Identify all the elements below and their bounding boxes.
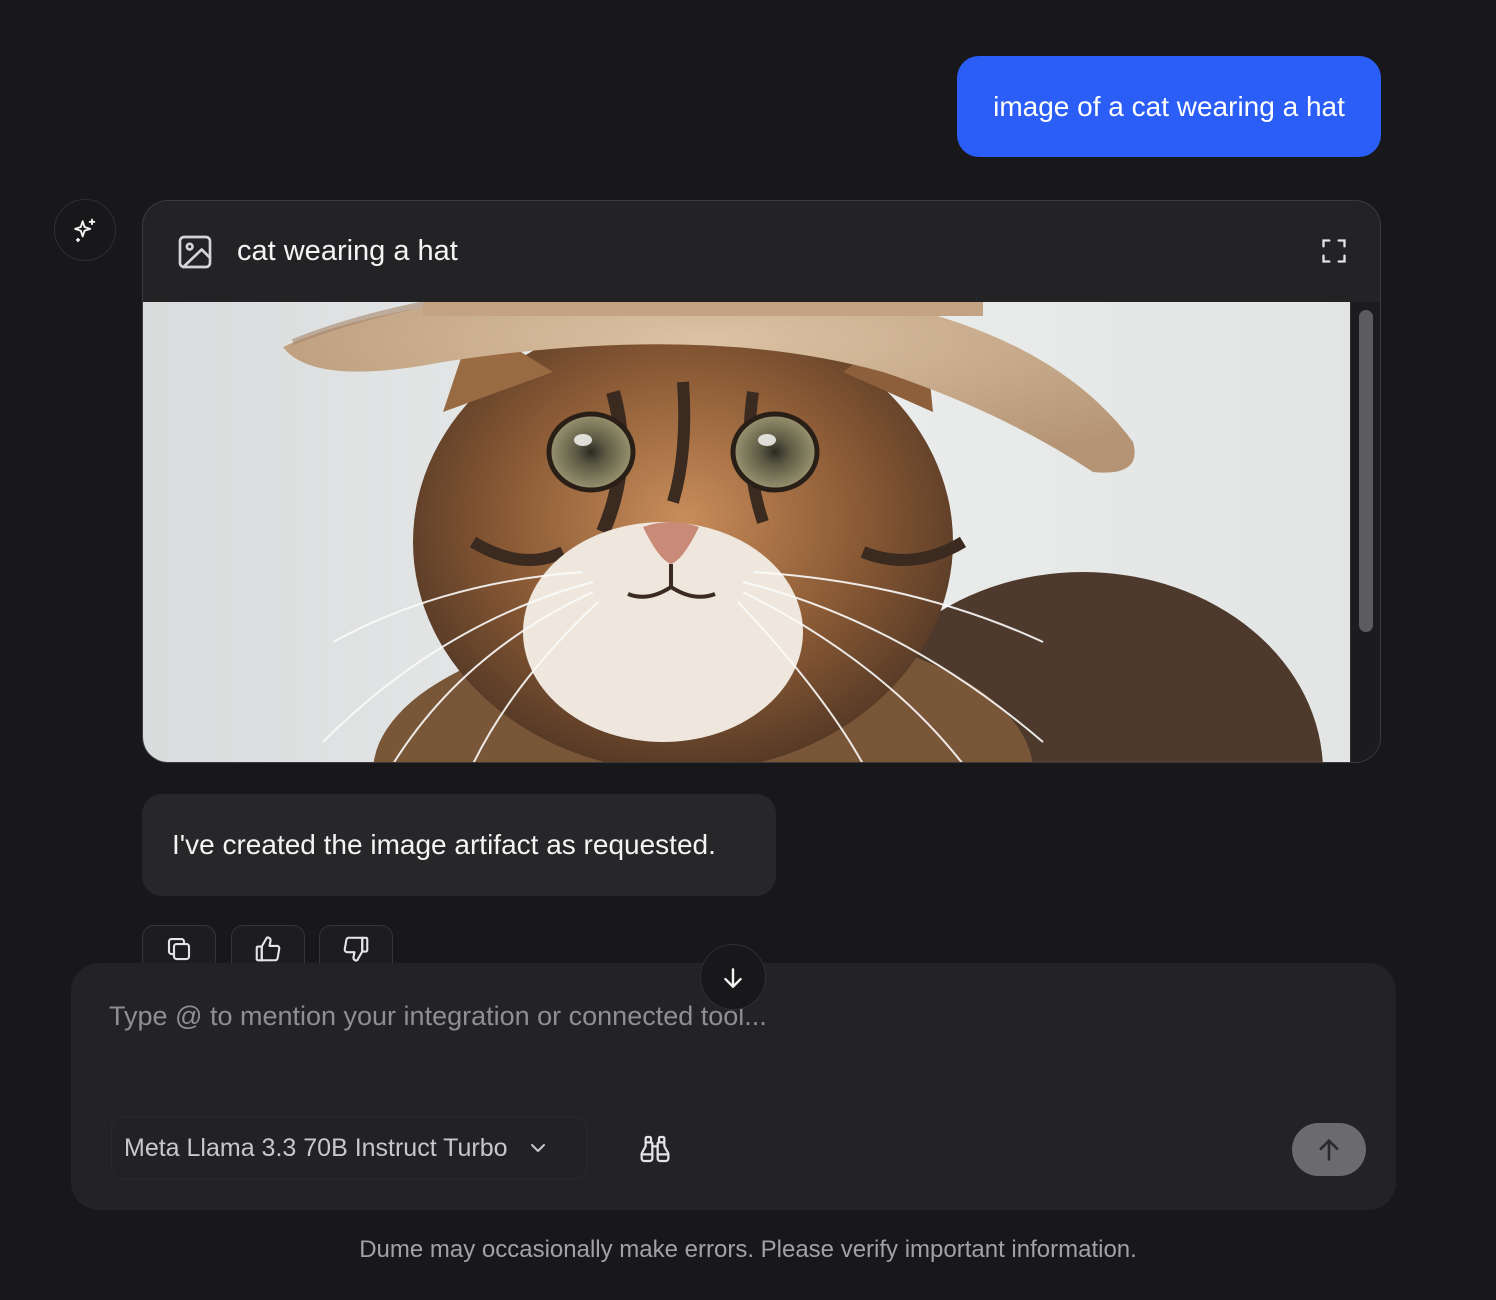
thumbs-down-icon [343,936,369,962]
send-button[interactable] [1292,1123,1366,1176]
artifact-title: cat wearing a hat [237,235,458,267]
arrow-down-icon [724,968,742,988]
assistant-message-bubble: I've created the image artifact as reque… [142,794,776,896]
expand-button[interactable] [1318,235,1350,267]
image-icon [175,232,215,272]
assistant-message-text: I've created the image artifact as reque… [172,829,716,860]
artifact-scrollbar-thumb[interactable] [1359,310,1373,632]
image-artifact-card: cat wearing a hat [142,200,1381,763]
copy-icon [167,937,191,961]
user-message-bubble: image of a cat wearing a hat [957,56,1381,157]
model-selector-label: Meta Llama 3.3 70B Instruct Turbo [124,1133,508,1162]
research-button[interactable] [637,1131,673,1167]
assistant-avatar [54,199,116,261]
scroll-to-bottom-button[interactable] [700,944,766,1010]
artifact-scrollbar[interactable] [1350,302,1380,762]
binoculars-icon [640,1135,670,1163]
user-message-text: image of a cat wearing a hat [993,90,1345,122]
expand-icon [1322,239,1346,263]
artifact-body [143,302,1380,762]
model-selector[interactable]: Meta Llama 3.3 70B Instruct Turbo [111,1117,587,1179]
message-input[interactable]: Type @ to mention your integration or co… [109,1001,767,1032]
arrow-up-icon [1319,1138,1339,1161]
cat-image [143,302,1351,762]
sparkles-icon [74,218,96,243]
chevron-down-icon [526,1136,550,1160]
artifact-header: cat wearing a hat [143,201,1380,302]
thumbs-up-icon [255,936,281,962]
disclaimer-text: Dume may occasionally make errors. Pleas… [359,1236,1137,1263]
